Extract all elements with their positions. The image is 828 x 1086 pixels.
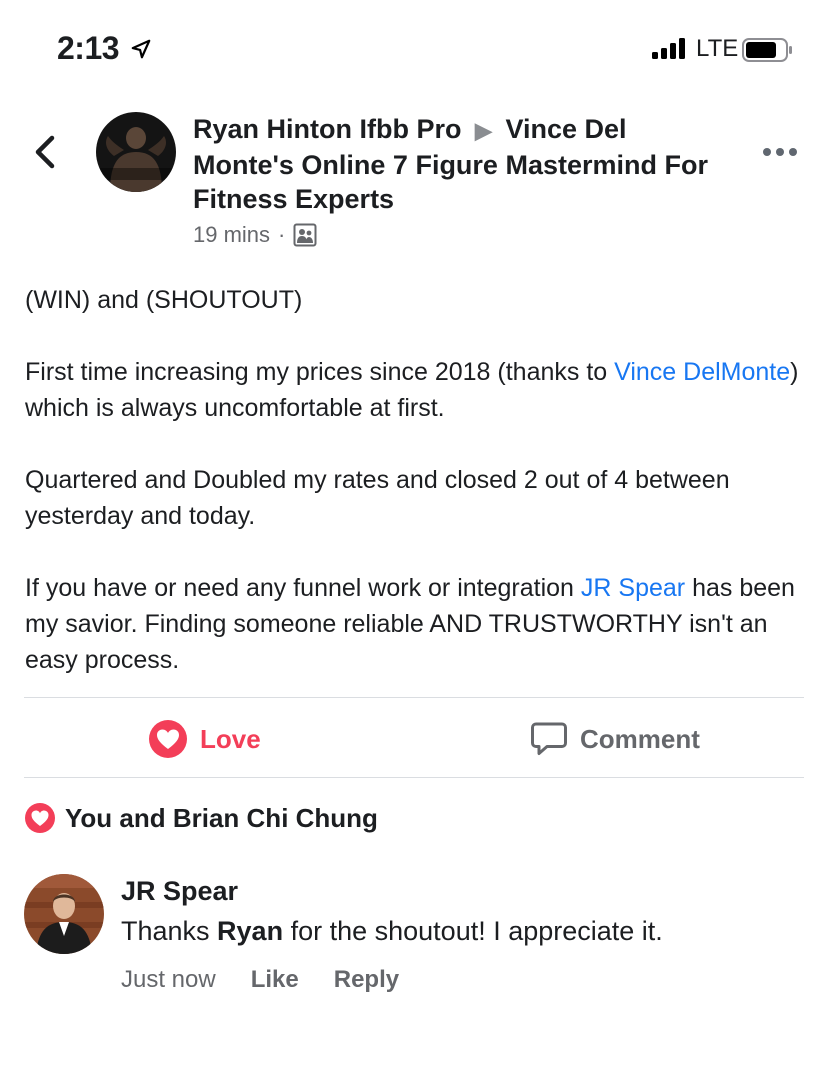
status-bar: 2:13 LTE — [0, 0, 828, 100]
post-header: Ryan Hinton Ifbb Pro ▶ Vince Del Monte's… — [193, 112, 733, 248]
reactions-text: You and Brian Chi Chung — [65, 802, 378, 833]
author-name[interactable]: Ryan Hinton Ifbb Pro — [193, 114, 461, 144]
comment-icon — [531, 722, 567, 755]
comment-text: Thanks Ryan for the shoutout! I apprecia… — [121, 916, 663, 947]
comment-text-part: for the shoutout! I appreciate it. — [283, 916, 663, 946]
post-title: Ryan Hinton Ifbb Pro ▶ Vince Del Monte's… — [193, 112, 733, 216]
comment-time: Just now — [121, 966, 216, 993]
comment-actions: Just now Like Reply — [121, 966, 434, 994]
comment-text-part: Thanks — [121, 916, 218, 946]
battery-icon — [742, 38, 792, 62]
post-paragraph: If you have or need any funnel work or i… — [25, 570, 805, 678]
author-avatar[interactable] — [96, 112, 176, 192]
commenter-avatar[interactable] — [24, 874, 104, 954]
more-dots-icon[interactable] — [762, 146, 798, 158]
signal-icon — [652, 38, 685, 59]
arrow-icon: ▶ — [475, 118, 492, 143]
meta-separator: · — [278, 222, 286, 247]
divider — [24, 777, 804, 778]
love-reaction-icon — [25, 803, 55, 833]
post-meta: 19 mins · — [193, 222, 733, 248]
reactions-summary[interactable]: You and Brian Chi Chung — [24, 802, 378, 834]
chevron-left-icon[interactable] — [32, 132, 60, 172]
mention-vince[interactable]: Vince DelMonte — [614, 358, 790, 386]
comment-label: Comment — [580, 723, 700, 754]
love-icon — [149, 720, 187, 758]
divider — [24, 697, 804, 698]
commenter-name[interactable]: JR Spear — [121, 876, 238, 907]
post-time[interactable]: 19 mins — [193, 222, 270, 248]
love-button[interactable]: Love — [148, 718, 261, 760]
comment-reply-button[interactable]: Reply — [334, 966, 399, 994]
post-paragraph: Quartered and Doubled my rates and close… — [25, 466, 730, 530]
post-body: (WIN) and (SHOUTOUT) First time increasi… — [25, 282, 805, 714]
location-arrow-icon — [131, 39, 151, 59]
comment-like-button[interactable]: Like — [251, 966, 299, 994]
network-type: LTE — [696, 35, 739, 62]
comment-button[interactable]: Comment — [530, 718, 700, 760]
group-icon — [293, 223, 317, 247]
comment-mention[interactable]: Ryan — [217, 916, 283, 946]
status-time: 2:13 — [57, 30, 120, 66]
mention-jr-spear[interactable]: JR Spear — [581, 574, 685, 602]
love-label: Love — [200, 723, 261, 754]
post-text: First time increasing my prices since 20… — [25, 358, 615, 386]
post-paragraph: First time increasing my prices since 20… — [25, 354, 805, 426]
post-paragraph: (WIN) and (SHOUTOUT) — [25, 286, 303, 314]
author-avatar-image — [96, 112, 176, 192]
commenter-avatar-image — [24, 874, 104, 954]
post-text: If you have or need any funnel work or i… — [25, 574, 581, 602]
